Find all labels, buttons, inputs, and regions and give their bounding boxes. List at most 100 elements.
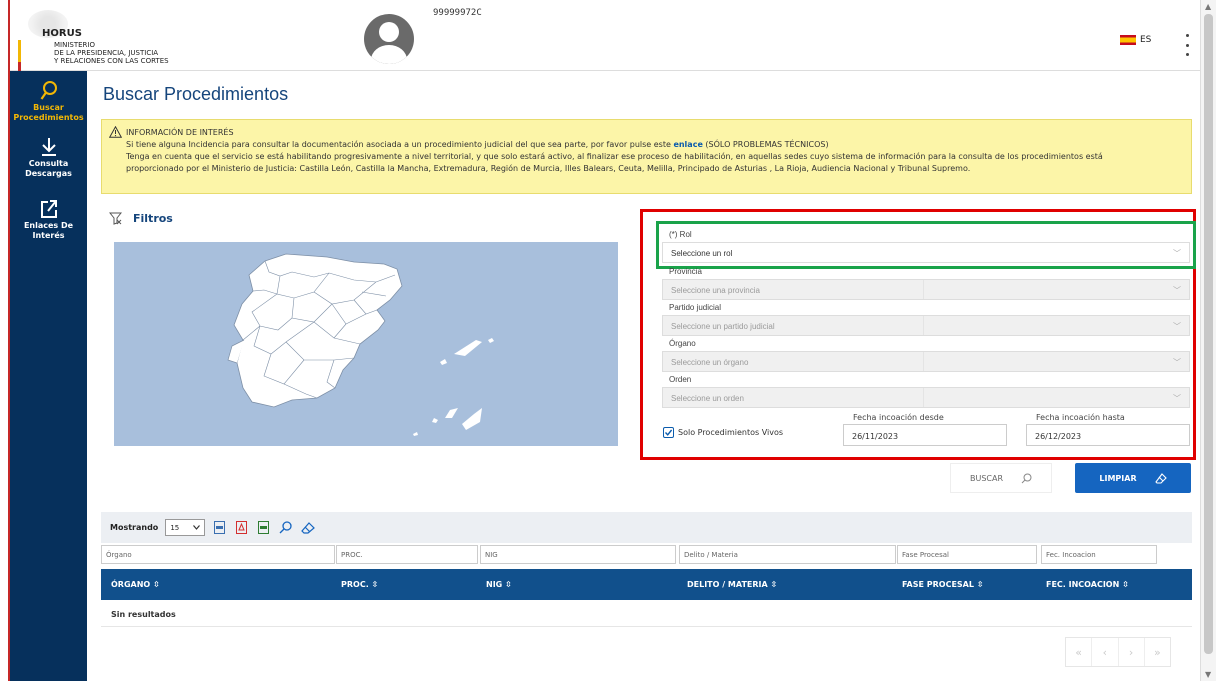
external-link-icon (40, 200, 57, 218)
page-size-value: 15 (170, 523, 180, 532)
col-nig-label: NIG (486, 580, 503, 589)
scroll-up-icon[interactable]: ▲ (1205, 2, 1211, 11)
eraser-icon[interactable] (300, 520, 315, 535)
export-pdf-icon[interactable] (234, 520, 249, 535)
scroll-down-icon[interactable]: ▼ (1205, 670, 1211, 679)
sidebar-item-consulta-descargas[interactable]: Consulta Descargas (10, 137, 87, 179)
solo-vivos-checkbox[interactable] (663, 427, 674, 438)
organo-select[interactable]: Seleccione un órgano ﹀ (662, 351, 1190, 372)
info-line-1: Si tiene alguna Incidencia para consulta… (126, 139, 1181, 151)
search-icon[interactable] (278, 520, 293, 535)
provincia-select[interactable]: Seleccione una provincia ﹀ (662, 279, 1190, 300)
table-toolbar: Mostrando 15 (101, 512, 1192, 543)
partido-judicial-select[interactable]: Seleccione un partido judicial ﹀ (662, 315, 1190, 336)
vertical-scrollbar[interactable]: ▲ ▼ (1200, 0, 1216, 681)
col-fase-label: FASE PROCESAL (902, 580, 974, 589)
info-title: INFORMACIÓN DE INTERÉS (126, 128, 234, 137)
horus-logo[interactable]: HORUS MINISTERIO DE LA PRESIDENCIA, JUST… (18, 4, 202, 72)
sidebar-item-label: Buscar (33, 103, 64, 112)
field-divider (923, 352, 924, 371)
ministry-line-3: Y RELACIONES CON LAS CORTES (54, 57, 169, 65)
filter-off-icon[interactable] (109, 212, 122, 225)
organo-value: Seleccione un órgano (671, 358, 749, 367)
info-link[interactable]: enlace (673, 140, 702, 149)
sidebar-item-label: Descargas (25, 169, 72, 178)
limpiar-label: LIMPIAR (1099, 473, 1137, 483)
sidebar-item-enlaces-de-interes[interactable]: Enlaces De Interés (10, 199, 87, 241)
ministry-name: MINISTERIO DE LA PRESIDENCIA, JUSTICIA Y… (54, 41, 169, 65)
spain-map[interactable] (114, 242, 618, 446)
language-code: ES (1140, 35, 1152, 45)
orden-select[interactable]: Seleccione un orden ﹀ (662, 387, 1190, 408)
next-page-button[interactable]: › (1119, 638, 1145, 666)
language-selector[interactable]: ES (1120, 35, 1151, 45)
pagination: « ‹ › » (1065, 637, 1171, 667)
prev-page-button[interactable]: ‹ (1092, 638, 1119, 666)
orden-value: Seleccione un orden (671, 394, 744, 403)
table-header: ÓRGANO ⇳ PROC. ⇳ NIG ⇳ DELITO / MATERIA … (101, 569, 1192, 600)
filter-fecha-input[interactable]: Fec. Incoacion (1041, 545, 1157, 564)
sort-icon: ⇳ (505, 580, 512, 589)
search-icon (40, 81, 57, 100)
rol-label: (*) Rol (669, 230, 692, 239)
col-fecha-label: FEC. INCOACION (1046, 580, 1120, 589)
partido-value: Seleccione un partido judicial (671, 322, 775, 331)
col-proc-header[interactable]: PROC. ⇳ (341, 580, 378, 589)
sort-icon: ⇳ (153, 580, 160, 589)
chevron-down-icon: ﹀ (1173, 358, 1181, 367)
organo-label: Órgano (669, 339, 696, 348)
fecha-desde-label: Fecha incoación desde (853, 413, 944, 422)
fecha-desde-input[interactable]: 26/11/2023 (843, 424, 1007, 446)
more-options-icon[interactable] (1180, 34, 1194, 56)
sort-icon: ⇳ (1122, 580, 1129, 589)
orden-label: Orden (669, 375, 692, 384)
buscar-label: BUSCAR (969, 473, 1004, 483)
chevron-down-icon: ﹀ (1173, 394, 1181, 403)
first-page-button[interactable]: « (1066, 638, 1093, 666)
col-organo-header[interactable]: ÓRGANO ⇳ (111, 580, 160, 589)
col-organo-label: ÓRGANO (111, 580, 151, 589)
mostrando-label: Mostrando (110, 523, 159, 532)
buscar-button[interactable]: BUSCAR (950, 463, 1052, 493)
limpiar-button[interactable]: LIMPIAR (1075, 463, 1191, 493)
filter-delito-input[interactable]: Delito / Materia (679, 545, 896, 564)
filters-heading: Filtros (109, 212, 173, 225)
sort-icon: ⇳ (976, 580, 984, 589)
field-divider (923, 316, 924, 335)
col-fase-header[interactable]: FASE PROCESAL ⇳ (902, 580, 983, 589)
filter-organo-input[interactable]: Órgano (101, 545, 335, 564)
chevron-down-icon: ﹀ (1173, 322, 1181, 331)
page-title: Buscar Procedimientos (103, 84, 289, 104)
filter-nig-input[interactable]: NIG (480, 545, 676, 564)
main-content: Buscar Procedimientos INFORMACIÓN DE INT… (87, 71, 1200, 681)
download-icon (41, 138, 56, 156)
checkmark-icon (664, 429, 673, 436)
export-xls-icon[interactable] (256, 520, 271, 535)
rol-value: Seleccione un rol (671, 249, 733, 258)
app-frame: HORUS MINISTERIO DE LA PRESIDENCIA, JUST… (8, 0, 1200, 681)
page-size-select[interactable]: 15 (165, 519, 206, 536)
provincia-label: Provincia (669, 267, 702, 276)
fecha-hasta-label: Fecha incoación hasta (1036, 413, 1125, 422)
col-fecha-header[interactable]: FEC. INCOACION ⇳ (1046, 580, 1129, 589)
chevron-down-icon: ﹀ (1173, 286, 1181, 295)
sidebar-item-label: Consulta (28, 159, 69, 168)
export-csv-icon[interactable] (212, 520, 227, 535)
last-page-button[interactable]: » (1145, 638, 1170, 666)
filter-fase-input[interactable]: Fase Procesal (897, 545, 1037, 564)
user-id: 99999972C (433, 8, 482, 18)
info-line-1-suffix: (SÓLO PROBLEMAS TÉCNICOS) (705, 140, 829, 149)
sidebar-item-buscar-procedimientos[interactable]: Buscar Procedimientos (10, 81, 87, 123)
rol-select[interactable]: Seleccione un rol ﹀ (662, 242, 1190, 263)
ministry-line-2: DE LA PRESIDENCIA, JUSTICIA (54, 49, 159, 57)
empty-message: Sin resultados (111, 610, 176, 619)
col-delito-header[interactable]: DELITO / MATERIA ⇳ (687, 580, 777, 589)
fecha-hasta-input[interactable]: 26/12/2023 (1026, 424, 1190, 446)
col-nig-header[interactable]: NIG ⇳ (486, 580, 512, 589)
field-divider (923, 388, 924, 407)
scrollbar-thumb[interactable] (1204, 14, 1213, 654)
filter-proc-input[interactable]: PROC. (336, 545, 478, 564)
info-line-2: Tenga en cuenta que el servicio se está … (126, 152, 1103, 161)
info-line-3: proporcionado por el Ministerio de Justi… (126, 164, 971, 173)
user-avatar[interactable] (364, 14, 414, 64)
